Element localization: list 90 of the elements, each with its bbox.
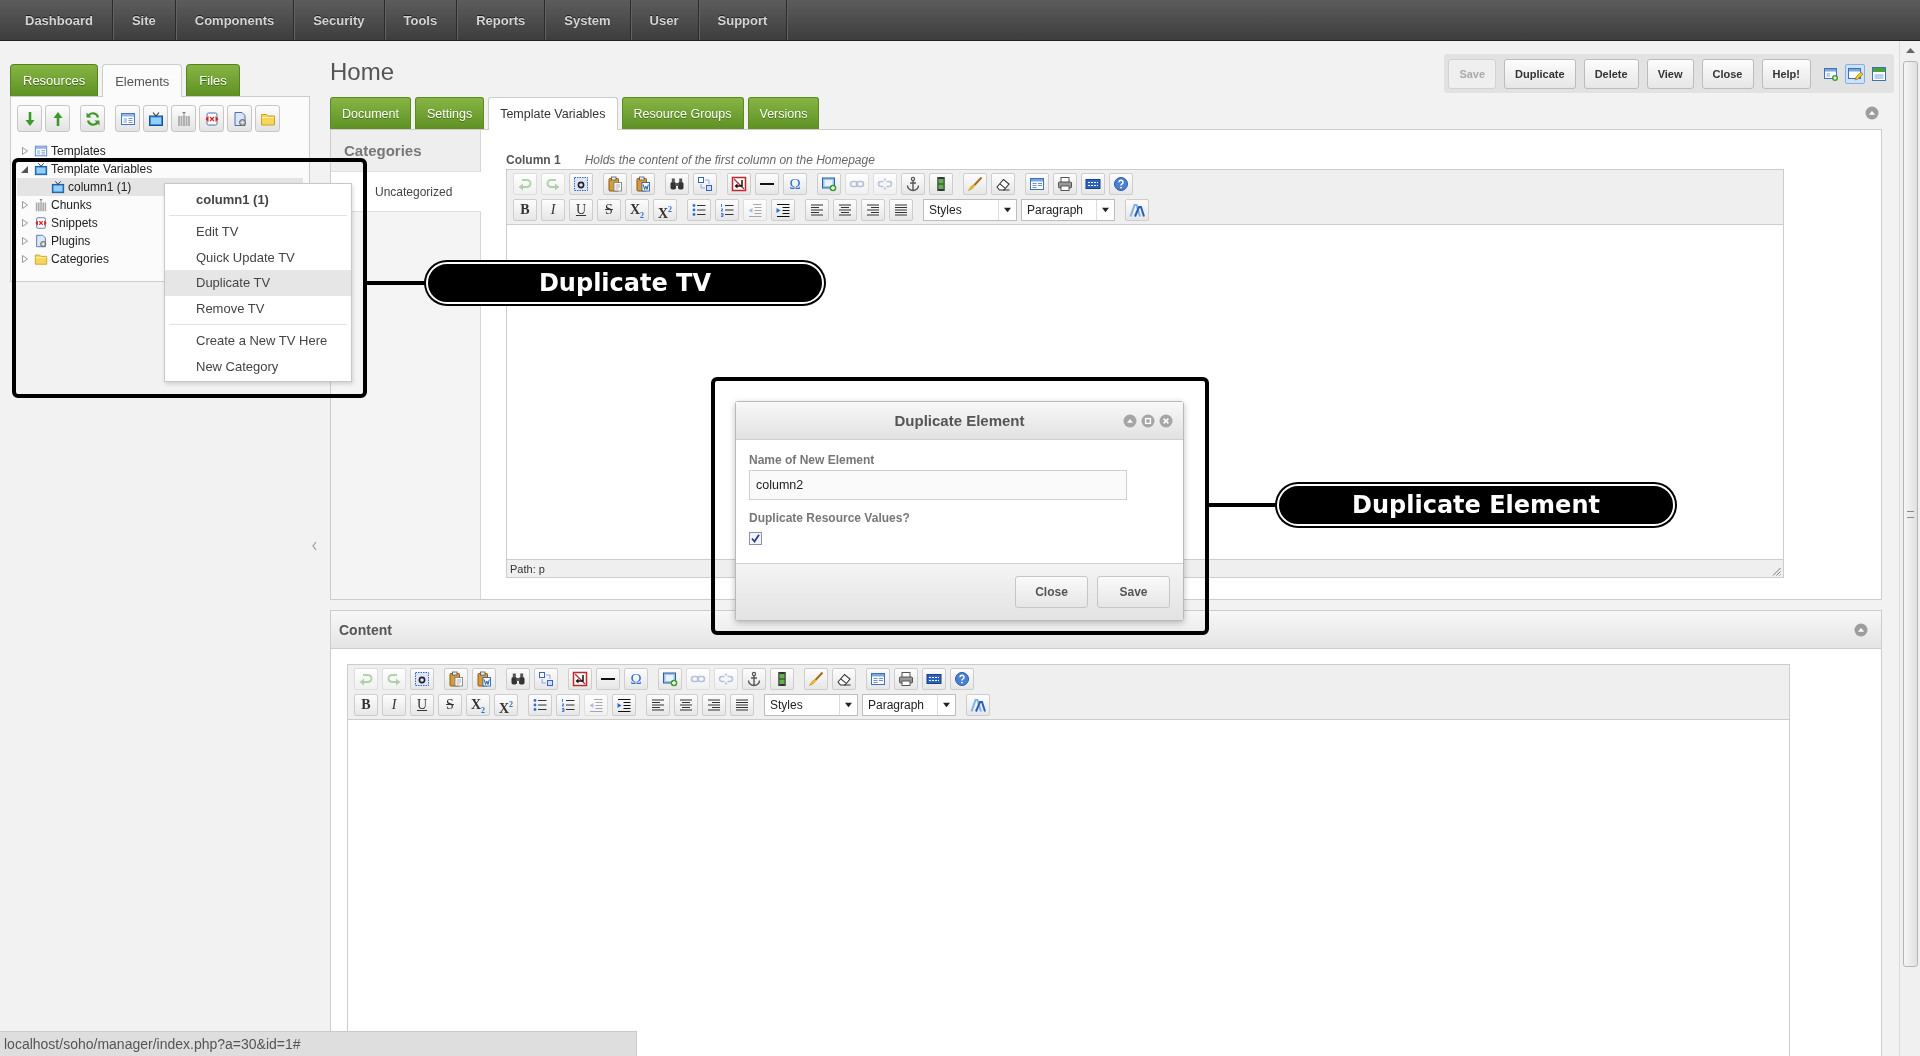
action-button[interactable]: Delete [1583, 58, 1639, 89]
tab[interactable]: Template Variables [488, 97, 618, 130]
checkbox[interactable] [749, 532, 762, 545]
toolbar-button[interactable]: U [410, 694, 434, 716]
action-button[interactable]: View [1646, 58, 1694, 89]
tree-item[interactable]: Snippets [17, 214, 102, 232]
document-gear-icon [34, 234, 48, 248]
toolbar-button[interactable]: S [438, 694, 462, 716]
nav-menu-item[interactable]: Dashboard [6, 0, 113, 40]
menu-item[interactable]: Create a New TV Here [165, 328, 351, 354]
folder-icon [34, 252, 48, 266]
tree-item[interactable]: Plugins [17, 232, 95, 250]
resize-grip-icon[interactable] [1771, 566, 1781, 576]
dialog-button[interactable]: Save [1097, 576, 1170, 608]
document-gear-icon [231, 110, 248, 127]
format-dropdown[interactable]: Paragraph [862, 694, 956, 716]
dialog-title: Duplicate Element [894, 412, 1025, 429]
nav-menu-item[interactable]: Support [698, 0, 788, 40]
refresh-icon [84, 110, 101, 127]
tree-item[interactable]: Chunks [17, 196, 96, 214]
window-panel-icon [1871, 65, 1887, 82]
toolbar-button[interactable]: B [354, 694, 378, 716]
panel-tab[interactable]: Elements [102, 64, 183, 97]
field-label: Column 1 [506, 153, 561, 167]
tv-icon [51, 180, 65, 194]
tree-item[interactable]: Templates [17, 142, 110, 160]
nav-menu-item[interactable]: System [545, 0, 631, 40]
toolbar-button[interactable]: U [569, 199, 593, 221]
collapse-icon[interactable] [1865, 106, 1879, 120]
callout-label: Duplicate Element [1277, 484, 1675, 526]
field-label: Duplicate Resource Values? [749, 510, 911, 526]
collapse-handle-icon[interactable] [312, 539, 317, 553]
view-toggle[interactable] [1845, 63, 1865, 84]
scroll-icon [34, 216, 48, 230]
page-title: Home [330, 58, 395, 86]
menu-item[interactable]: Edit TV [165, 219, 351, 245]
field-description: Holds the content of the first column on the Homepage [584, 153, 875, 167]
toolbar-button[interactable] [596, 668, 620, 690]
element-path: Path: p [510, 562, 545, 575]
action-button[interactable]: Close [1701, 58, 1754, 89]
toolbar-button[interactable] [755, 173, 779, 195]
menu-item[interactable]: Duplicate TV [165, 270, 351, 296]
menu-item[interactable]: Remove TV [165, 295, 351, 321]
toolbar-button[interactable]: I [541, 199, 565, 221]
scrollbar-thumb[interactable] [1902, 61, 1918, 967]
tree-item[interactable]: Categories [17, 250, 114, 268]
toolbar-button[interactable]: B [513, 199, 537, 221]
toolbar-button[interactable]: I [382, 694, 406, 716]
toolbar-button[interactable]: Ω [624, 668, 648, 690]
bars-icon [34, 198, 48, 212]
format-dropdown[interactable]: Paragraph [1021, 199, 1115, 221]
collapse-icon[interactable] [1854, 622, 1868, 637]
nav-menu-item[interactable]: Components [175, 0, 295, 40]
field-label: Name of New Element [749, 452, 876, 468]
toolbar-button[interactable]: X$_{2}$ [466, 694, 490, 716]
scrollbar[interactable] [1899, 41, 1920, 1056]
scroll-up-icon[interactable] [1905, 48, 1915, 53]
action-button[interactable]: Duplicate [1504, 58, 1576, 89]
window-icon [119, 110, 136, 127]
sidebar-heading: Categories [331, 130, 480, 172]
window-plus-icon [1823, 65, 1839, 82]
tree-item[interactable]: Template Variables [17, 160, 157, 178]
toolbar-button[interactable]: S [597, 199, 621, 221]
menu-item[interactable]: Quick Update TV [165, 244, 351, 270]
tv-icon [147, 110, 164, 127]
toolbar-button[interactable]: X$^{2}$ [494, 694, 518, 716]
nav-menu-item[interactable]: Site [112, 0, 176, 40]
menu-item[interactable]: New Category [165, 353, 351, 379]
scroll-icon [203, 110, 220, 127]
nav-menu-item[interactable]: Security [294, 0, 385, 40]
expand-arrow-icon[interactable] [21, 164, 29, 174]
toolbar-button[interactable]: X$_{2}$ [625, 199, 649, 221]
window-pencil-icon [1847, 65, 1863, 82]
bars-icon [175, 110, 192, 127]
toolbar-button[interactable]: X$^{2}$ [653, 199, 677, 221]
status-url: localhost/soho/manager/index.php?a=30&id=1# [0, 1031, 637, 1056]
toolbar-button[interactable] [143, 105, 168, 132]
window-icon [34, 144, 48, 158]
nav-menu-item[interactable]: Reports [457, 0, 546, 40]
dialog-button[interactable]: Close [1015, 576, 1088, 608]
nav-menu-item[interactable]: Tools [384, 0, 458, 40]
nav-menu-item[interactable]: User [630, 0, 699, 40]
tv-icon [34, 162, 48, 176]
text-input[interactable]: column2 [749, 470, 1127, 500]
action-button[interactable]: Help! [1761, 58, 1811, 89]
format-dropdown[interactable]: Styles [923, 199, 1017, 221]
panel-title: Content [339, 621, 392, 638]
toolbar-button[interactable]: Ω [783, 173, 807, 195]
callout-label: Duplicate TV [426, 262, 824, 304]
format-dropdown[interactable]: Styles [764, 694, 858, 716]
